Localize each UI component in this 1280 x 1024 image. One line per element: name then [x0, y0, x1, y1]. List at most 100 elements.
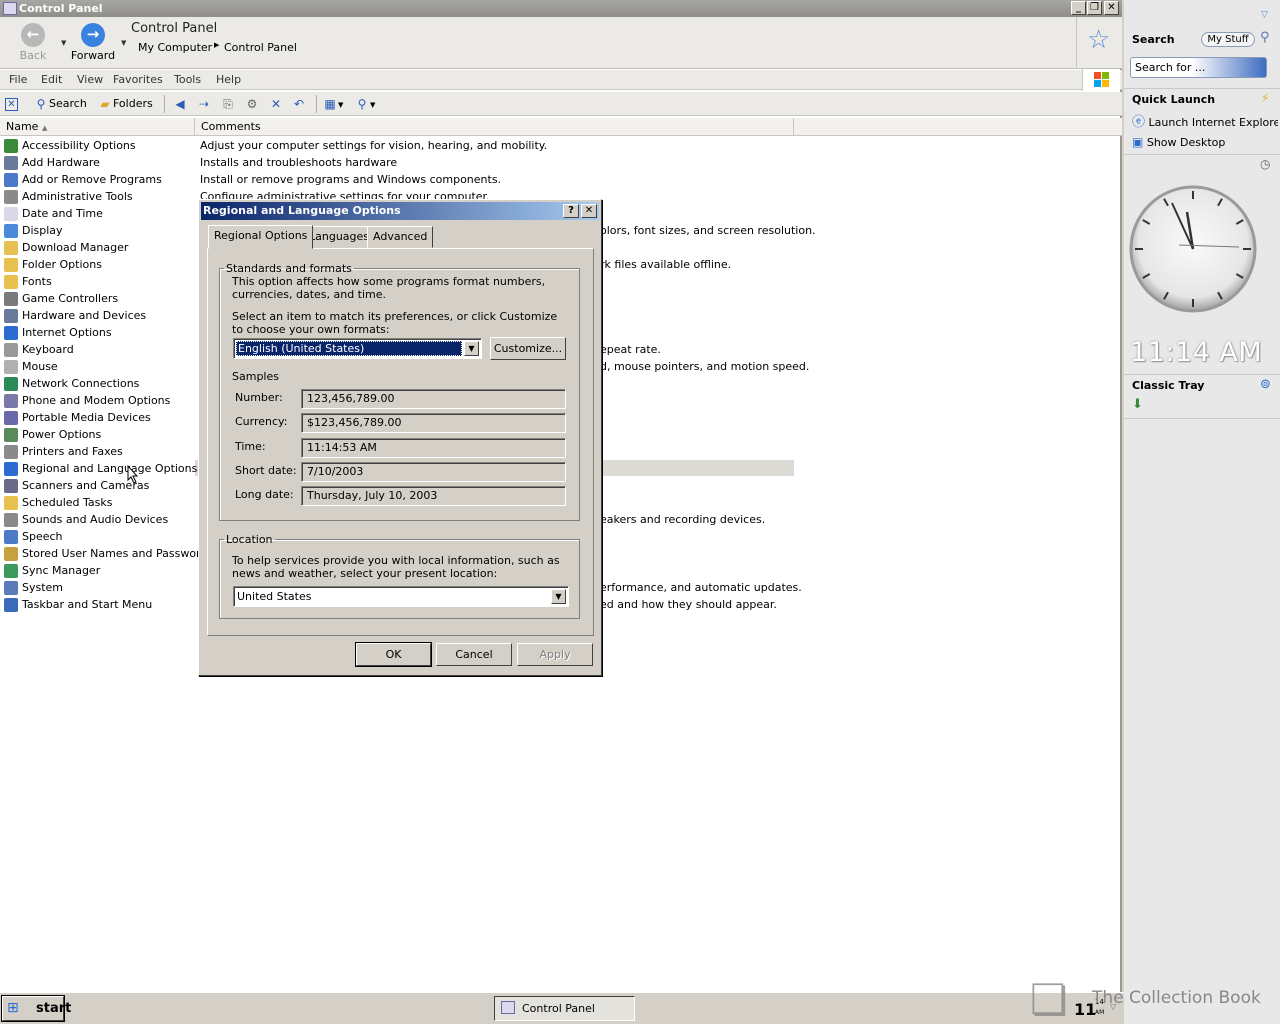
- long-date-sample: Thursday, July 10, 2003: [301, 486, 566, 506]
- breadcrumb-my-computer[interactable]: My Computer: [138, 41, 212, 54]
- list-item[interactable]: Add or Remove Programs: [4, 171, 194, 188]
- list-item[interactable]: Keyboard: [4, 341, 194, 358]
- close-pane-button[interactable]: ✕: [5, 95, 18, 113]
- ql-launch-ie[interactable]: ⓔ Launch Internet Explore: [1132, 111, 1278, 130]
- locale-select[interactable]: English (United States) ▼: [233, 338, 482, 359]
- customize-button[interactable]: Customize...: [490, 337, 566, 360]
- search-title: Search: [1132, 33, 1175, 46]
- delete-button[interactable]: ✕: [268, 95, 284, 113]
- globe-icon: [4, 326, 18, 340]
- dialog-close-button[interactable]: ✕: [581, 204, 597, 218]
- column-name[interactable]: Name ▲: [0, 118, 195, 136]
- list-item[interactable]: Internet Options: [4, 324, 194, 341]
- accessibility-icon: [4, 139, 18, 153]
- tab-advanced[interactable]: Advanced: [367, 226, 434, 248]
- move-to-button[interactable]: ⇢: [196, 95, 212, 113]
- taskbar-control-panel[interactable]: Control Panel: [494, 996, 635, 1021]
- sidebar-collapse-icon[interactable]: ▽: [1261, 10, 1268, 20]
- favorites-star-icon[interactable]: ☆: [1087, 27, 1110, 53]
- comment-accessibility: Adjust your computer settings for vision…: [200, 139, 548, 152]
- dialog-titlebar[interactable]: Regional and Language Options ? ✕: [201, 202, 599, 220]
- menu-favorites[interactable]: Favorites: [113, 73, 163, 86]
- list-item[interactable]: Scheduled Tasks: [4, 494, 194, 511]
- list-item[interactable]: Taskbar and Start Menu: [4, 596, 194, 613]
- long-date-label: Long date:: [235, 488, 294, 501]
- list-item[interactable]: Portable Media Devices: [4, 409, 194, 426]
- location-description: To help services provide you with local …: [232, 554, 560, 580]
- list-item[interactable]: Sync Manager: [4, 562, 194, 579]
- list-item[interactable]: Scanners and Cameras: [4, 477, 194, 494]
- list-item[interactable]: Add Hardware: [4, 154, 194, 171]
- apply-button[interactable]: Apply: [517, 643, 593, 666]
- list-item[interactable]: Accessibility Options: [4, 137, 194, 154]
- list-item[interactable]: Mouse: [4, 358, 194, 375]
- restore-button[interactable]: ❐: [1087, 1, 1102, 15]
- ok-button[interactable]: OK: [355, 642, 432, 667]
- tab-languages[interactable]: Languages: [303, 226, 376, 248]
- back-arrow-icon: ←: [21, 23, 45, 47]
- menu-tools[interactable]: Tools: [174, 73, 201, 86]
- list-item[interactable]: Network Connections: [4, 375, 194, 392]
- views-button[interactable]: ▦ ▼: [322, 95, 343, 113]
- search-icon[interactable]: ⚲: [1260, 30, 1270, 45]
- help-button[interactable]: ?: [563, 204, 579, 218]
- taskbar-control-panel-label: Control Panel: [522, 1002, 595, 1015]
- list-item[interactable]: Stored User Names and Passwords: [4, 545, 213, 562]
- up-folder-button[interactable]: ◀: [172, 95, 188, 113]
- folders-button[interactable]: ▰ Folders: [97, 95, 152, 113]
- list-item[interactable]: Regional and Language Options: [4, 460, 197, 477]
- address-title: Control Panel: [131, 21, 218, 36]
- list-item[interactable]: Folder Options: [4, 256, 194, 273]
- list-item[interactable]: Download Manager: [4, 239, 194, 256]
- window-titlebar[interactable]: Control Panel _ ❐ ✕: [0, 0, 1122, 17]
- tab-regional-options[interactable]: Regional Options: [208, 225, 314, 249]
- tray-settings-icon[interactable]: ⊚: [1260, 377, 1271, 392]
- cancel-button[interactable]: Cancel: [436, 643, 512, 666]
- list-item[interactable]: Power Options: [4, 426, 194, 443]
- tray-network-icon[interactable]: ⬇: [1132, 397, 1143, 412]
- undo-icon: ↶: [293, 97, 305, 111]
- location-select[interactable]: United States ▼: [233, 586, 569, 607]
- list-item[interactable]: Display: [4, 222, 194, 239]
- list-item[interactable]: Administrative Tools: [4, 188, 194, 205]
- my-stuff-button[interactable]: My Stuff: [1201, 32, 1255, 47]
- breadcrumb-control-panel[interactable]: Control Panel: [224, 41, 297, 54]
- samples-label: Samples: [232, 370, 279, 383]
- camera-icon: [4, 479, 18, 493]
- list-item[interactable]: Speech: [4, 528, 194, 545]
- list-item-label: Date and Time: [22, 207, 103, 220]
- toolbar: ✕ ⚲ Search ▰ Folders ◀ ⇢ ⎘ ⚙ ✕ ↶ ▦ ▼ ⚲ ▼: [0, 92, 1122, 116]
- search-input[interactable]: Search for ...: [1130, 57, 1267, 78]
- menu-edit[interactable]: Edit: [41, 73, 62, 86]
- menu-help[interactable]: Help: [216, 73, 241, 86]
- list-item[interactable]: System: [4, 579, 194, 596]
- list-item[interactable]: Game Controllers: [4, 290, 194, 307]
- search-button[interactable]: ⚲ Search: [33, 95, 87, 113]
- back-button[interactable]: ← Back: [9, 19, 57, 67]
- list-item[interactable]: Sounds and Audio Devices: [4, 511, 194, 528]
- minimize-button[interactable]: _: [1071, 1, 1086, 15]
- list-item[interactable]: Hardware and Devices: [4, 307, 194, 324]
- list-item[interactable]: Printers and Faxes: [4, 443, 194, 460]
- zoom-button[interactable]: ⚲ ▼: [354, 95, 376, 113]
- menu-file[interactable]: File: [9, 73, 27, 86]
- close-button[interactable]: ✕: [1104, 1, 1119, 15]
- start-flag-icon: ⊞: [7, 1000, 19, 1016]
- clock-settings-icon[interactable]: ◷: [1260, 157, 1270, 171]
- analog-clock: [1129, 185, 1257, 313]
- menu-view[interactable]: View: [77, 73, 103, 86]
- control-panel-icon: [3, 2, 17, 15]
- copy-to-button[interactable]: ⎘: [220, 95, 236, 113]
- list-item[interactable]: Fonts: [4, 273, 194, 290]
- ql-show-desktop[interactable]: ▣ Show Desktop: [1132, 135, 1225, 149]
- media-icon: [4, 411, 18, 425]
- start-button[interactable]: ⊞ start: [1, 995, 71, 1022]
- properties-button[interactable]: ⚙: [244, 95, 260, 113]
- list-item[interactable]: Phone and Modem Options: [4, 392, 194, 409]
- forward-dropdown-icon[interactable]: ▼: [121, 39, 126, 47]
- list-item[interactable]: Date and Time: [4, 205, 194, 222]
- back-dropdown-icon[interactable]: ▼: [61, 39, 66, 47]
- column-comments[interactable]: Comments: [195, 118, 794, 136]
- undo-button[interactable]: ↶: [291, 95, 307, 113]
- forward-button[interactable]: → Forward: [69, 19, 117, 67]
